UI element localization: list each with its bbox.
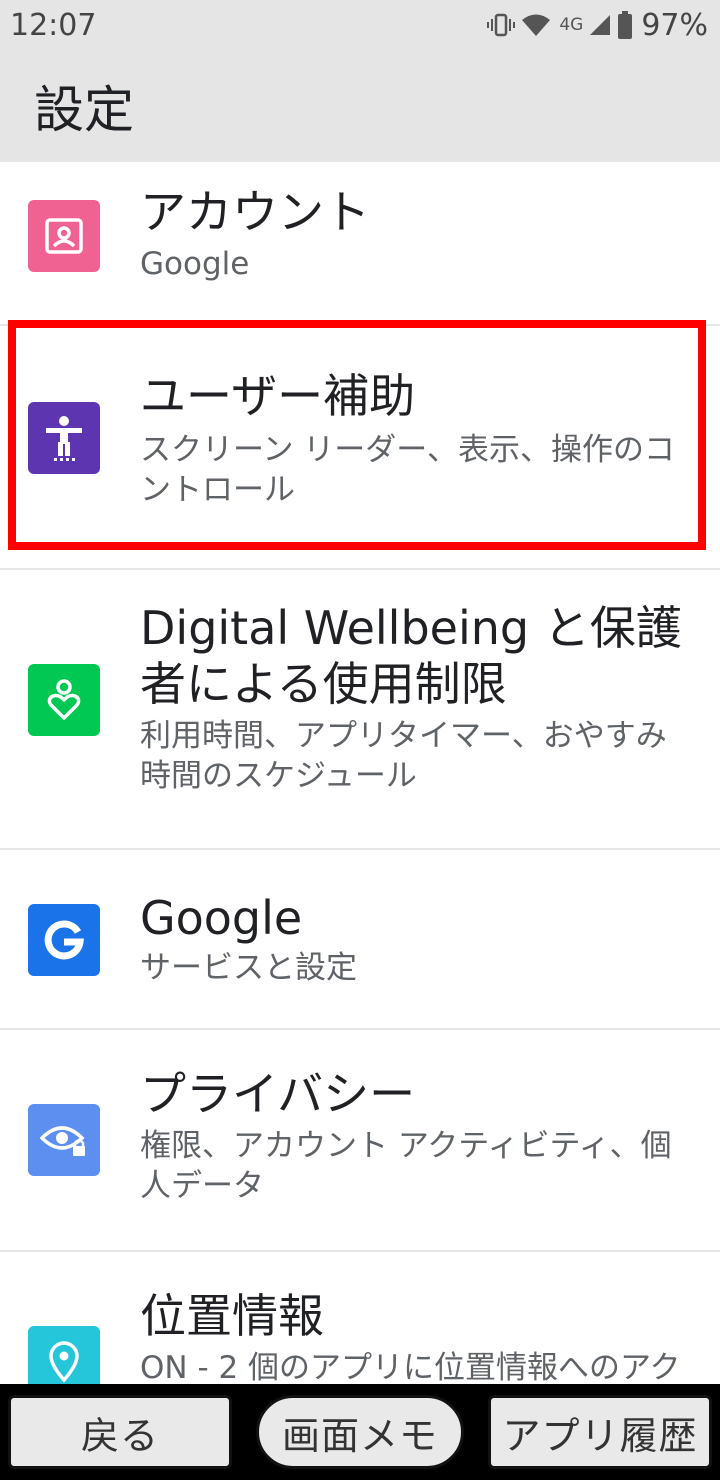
app-bar: 設定 [0,50,720,162]
settings-item-summary: Google [140,246,250,282]
privacy-eye-icon [28,1104,100,1176]
nav-bar: 戻る 画面メモ アプリ履歴 [0,1384,720,1480]
battery-icon [617,11,633,39]
settings-item-title: Google [140,891,303,945]
settings-item-account[interactable]: アカウント Google [0,162,720,324]
screen-memo-button[interactable]: 画面メモ [256,1395,464,1469]
battery-percent: 97% [641,7,708,43]
network-type: 4G [559,15,584,35]
signal-icon [589,14,611,36]
google-icon [28,904,100,976]
accessibility-icon [28,402,100,474]
settings-item-title: 位置情報 [140,1289,324,1343]
settings-item-privacy[interactable]: プライバシー 権限、アカウント アクティビティ、個人データ [0,1028,720,1250]
settings-item-summary: 利用時間、アプリタイマー、おやすみ時間のスケジュール [140,718,667,794]
account-icon [28,200,100,272]
vibrate-icon [487,12,516,38]
wifi-icon [521,13,551,37]
settings-list: アカウント Google ユーザー補助 スクリーン リーダー、表示、操作のコント… [0,162,720,1426]
settings-item-summary: スクリーン リーダー、表示、操作のコントロール [140,432,675,508]
status-bar: 12:07 4G 97% [0,0,720,50]
settings-item-title: プライバシー [140,1067,416,1121]
settings-item-google[interactable]: Google サービスと設定 [0,848,720,1028]
settings-item-title: アカウント [140,185,370,239]
status-icons: 4G 97% [487,8,708,43]
settings-item-digital-wellbeing[interactable]: Digital Wellbeing と保護者による使用制限 利用時間、アプリタイ… [0,568,720,848]
app-history-button[interactable]: アプリ履歴 [488,1395,712,1469]
settings-item-title: Digital Wellbeing と保護者による使用制限 [140,601,682,711]
status-time: 12:07 [10,7,97,43]
settings-item-title: ユーザー補助 [140,369,416,423]
wellbeing-icon [28,664,100,736]
back-button[interactable]: 戻る [8,1395,232,1469]
settings-item-summary: 権限、アカウント アクティビティ、個人データ [140,1128,672,1204]
settings-item-summary: サービスと設定 [140,950,357,986]
page-title: 設定 [34,81,134,139]
settings-item-accessibility[interactable]: ユーザー補助 スクリーン リーダー、表示、操作のコントロール [0,324,720,568]
